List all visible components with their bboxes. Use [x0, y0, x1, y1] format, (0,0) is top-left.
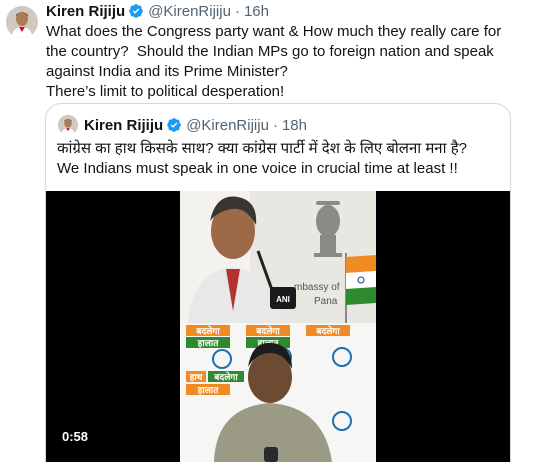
backdrop-text-1: mbassy of	[294, 282, 340, 293]
tweet-text: What does the Congress party want & How …	[46, 23, 502, 100]
author-avatar[interactable]	[6, 6, 38, 38]
backdrop-text-2: Pana	[314, 296, 338, 307]
quoted-author-avatar[interactable]	[58, 115, 78, 135]
verified-badge-icon	[166, 117, 182, 133]
quoted-tweet-text: कांग्रेस का हाथ किसके साथ? क्या कांग्रेस…	[57, 140, 467, 177]
separator-dot: ·	[234, 2, 240, 20]
author-name[interactable]: Kiren Rijiju	[46, 3, 125, 20]
video-frame: mbassy of Pana ANI बदलेगा हालात बदलेगा ब…	[46, 191, 510, 462]
poster-text: हाथ	[189, 372, 204, 382]
video-player[interactable]: mbassy of Pana ANI बदलेगा हालात बदलेगा ब…	[46, 191, 510, 462]
quoted-tweet-card[interactable]: Kiren Rijiju @KirenRijiju · 18h कांग्रेस…	[45, 103, 511, 462]
author-handle[interactable]: @KirenRijiju	[148, 3, 231, 20]
poster-text: बदलेगा	[195, 325, 220, 336]
video-duration: 0:58	[56, 427, 95, 446]
poster-text: बदलेगा	[213, 371, 238, 382]
quoted-tweet-timestamp: 18h	[281, 116, 307, 134]
poster-text: हालात	[197, 385, 220, 395]
poster-text: हालात	[197, 338, 220, 348]
poster-text: बदलेगा	[315, 325, 340, 336]
mic-label: ANI	[276, 295, 290, 304]
verified-badge-icon	[128, 3, 144, 19]
quoted-tweet-header: Kiren Rijiju @KirenRijiju · 18h	[84, 115, 307, 135]
poster-text: बदलेगा	[255, 325, 280, 336]
tweet-header: Kiren Rijiju @KirenRijiju · 16h	[46, 1, 269, 21]
tweet-timestamp[interactable]: 16h	[244, 3, 269, 20]
quoted-author-name: Kiren Rijiju	[84, 116, 164, 134]
separator-dot: ·	[272, 116, 278, 134]
quoted-author-handle: @KirenRijiju	[186, 116, 269, 134]
